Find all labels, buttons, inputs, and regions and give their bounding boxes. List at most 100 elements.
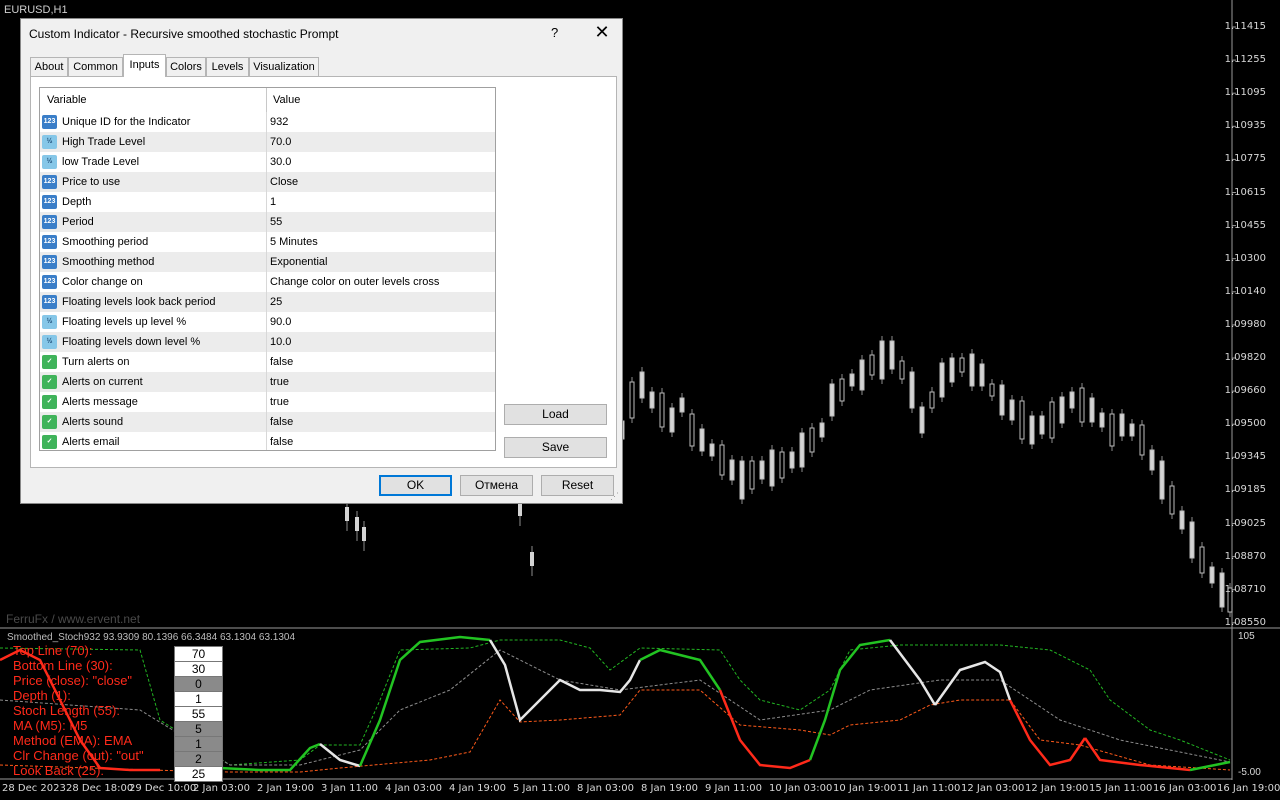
- price-axis-label: 1.08550: [1224, 616, 1266, 628]
- cancel-button[interactable]: Отмена: [460, 475, 533, 496]
- table-row[interactable]: 123 Price to use Close: [40, 172, 495, 192]
- input-value[interactable]: false: [270, 416, 293, 428]
- reset-button[interactable]: Reset: [541, 475, 614, 496]
- time-axis-label: 2 Jan 19:00: [257, 783, 314, 794]
- candle-body: [759, 460, 765, 480]
- tab-visualization[interactable]: Visualization: [249, 57, 319, 76]
- candle-body: [355, 517, 359, 531]
- candle-body: [639, 371, 645, 399]
- candle-body: [969, 353, 975, 387]
- load-button[interactable]: Load: [504, 404, 607, 425]
- input-variable-name: Floating levels look back period: [62, 296, 216, 308]
- time-axis-label: 10 Jan 03:00: [769, 783, 833, 794]
- save-button[interactable]: Save: [504, 437, 607, 458]
- column-header-value[interactable]: Value: [273, 94, 300, 106]
- table-row[interactable]: 123 Smoothing period 5 Minutes: [40, 232, 495, 252]
- input-value[interactable]: 55: [270, 216, 282, 228]
- indicator-param-value: 30: [174, 661, 223, 677]
- input-variable-name: Alerts email: [62, 436, 120, 448]
- indicator-param-label: Depth (1):: [13, 688, 71, 703]
- candle-body: [949, 357, 955, 383]
- input-value[interactable]: 10.0: [270, 336, 291, 348]
- table-row[interactable]: ½ low Trade Level 30.0: [40, 152, 495, 172]
- input-variable-name: Floating levels down level %: [62, 336, 201, 348]
- table-row[interactable]: ✓ Alerts on current true: [40, 372, 495, 392]
- help-button[interactable]: ?: [551, 25, 558, 40]
- input-value[interactable]: 25: [270, 296, 282, 308]
- table-row[interactable]: 123 Depth 1: [40, 192, 495, 212]
- table-row[interactable]: ½ High Trade Level 70.0: [40, 132, 495, 152]
- input-variable-name: Alerts sound: [62, 416, 124, 428]
- table-row[interactable]: ½ Floating levels up level % 90.0: [40, 312, 495, 332]
- candle-body: [689, 413, 695, 447]
- indicator-param-value: 2: [174, 751, 223, 767]
- input-value[interactable]: 1: [270, 196, 276, 208]
- double-type-icon: ½: [42, 335, 57, 349]
- integer-type-icon: 123: [42, 115, 57, 129]
- input-value[interactable]: false: [270, 356, 293, 368]
- table-row[interactable]: 123 Unique ID for the Indicator 932: [40, 112, 495, 132]
- time-axis-label: 28 Dec 18:00: [66, 783, 134, 794]
- input-value[interactable]: true: [270, 396, 289, 408]
- close-icon[interactable]: ✕: [591, 21, 613, 43]
- integer-type-icon: 123: [42, 275, 57, 289]
- input-value[interactable]: Change color on outer levels cross: [270, 276, 439, 288]
- tab-about[interactable]: About: [30, 57, 68, 76]
- indicator-param-label: Bottom Line (30):: [13, 658, 113, 673]
- candle-body: [1199, 546, 1205, 574]
- tab-inputs[interactable]: Inputs: [123, 54, 166, 77]
- time-axis-label: 12 Jan 19:00: [1025, 783, 1089, 794]
- input-value[interactable]: false: [270, 436, 293, 448]
- input-value[interactable]: true: [270, 376, 289, 388]
- tab-common[interactable]: Common: [68, 57, 123, 76]
- table-row[interactable]: ✓ Turn alerts on false: [40, 352, 495, 372]
- input-variable-name: Smoothing period: [62, 236, 149, 248]
- candle-body: [989, 383, 995, 397]
- candle-body: [869, 354, 875, 376]
- indicator-param-value: 55: [174, 706, 223, 722]
- column-header-variable[interactable]: Variable: [47, 94, 87, 106]
- input-value[interactable]: 90.0: [270, 316, 291, 328]
- candle-body: [849, 373, 855, 387]
- indicator-param-label: Price (close): "close": [13, 673, 133, 688]
- candle-body: [1009, 399, 1015, 421]
- candle-body: [809, 427, 815, 453]
- indicator-param-value: 5: [174, 721, 223, 737]
- table-row[interactable]: 123 Color change on Change color on outer …: [40, 272, 495, 292]
- input-value[interactable]: Exponential: [270, 256, 328, 268]
- candle-body: [1039, 415, 1045, 435]
- double-type-icon: ½: [42, 135, 57, 149]
- ok-button[interactable]: OK: [379, 475, 452, 496]
- indicator-param-label: MA (M5): M5: [13, 718, 88, 733]
- tab-colors[interactable]: Colors: [166, 57, 206, 76]
- table-row[interactable]: ✓ Alerts sound false: [40, 412, 495, 432]
- dialog-title: Custom Indicator - Recursive smoothed st…: [29, 27, 339, 41]
- time-axis-label: 29 Dec 10:00: [129, 783, 197, 794]
- candle-body: [1209, 566, 1215, 584]
- candle-body: [629, 381, 635, 419]
- input-value[interactable]: 932: [270, 116, 288, 128]
- table-row[interactable]: ½ Floating levels down level % 10.0: [40, 332, 495, 352]
- input-value[interactable]: Close: [270, 176, 298, 188]
- table-row[interactable]: ✓ Alerts message true: [40, 392, 495, 412]
- time-axis-label: 4 Jan 19:00: [449, 783, 506, 794]
- resize-grip-icon[interactable]: ⋰: [610, 491, 620, 501]
- time-axis-label: 11 Jan 11:00: [897, 783, 961, 794]
- candle-body: [709, 443, 715, 457]
- indicator-param-label: Stoch Length (55):: [13, 703, 120, 718]
- table-row[interactable]: ✓ Alerts email false: [40, 432, 495, 450]
- candle-body: [719, 444, 725, 476]
- time-axis-label: 5 Jan 11:00: [513, 783, 570, 794]
- tab-levels[interactable]: Levels: [206, 57, 249, 76]
- candle-body: [1099, 412, 1105, 428]
- table-row[interactable]: 123 Floating levels look back period 25: [40, 292, 495, 312]
- input-variable-name: Color change on: [62, 276, 143, 288]
- table-row[interactable]: 123 Smoothing method Exponential: [40, 252, 495, 272]
- price-axis-label: 1.09185: [1224, 484, 1266, 496]
- input-value[interactable]: 30.0: [270, 156, 291, 168]
- input-value[interactable]: 5 Minutes: [270, 236, 318, 248]
- input-value[interactable]: 70.0: [270, 136, 291, 148]
- bool-type-icon: ✓: [42, 355, 57, 369]
- watermark: FerruFx / www.ervent.net: [6, 612, 141, 626]
- table-row[interactable]: 123 Period 55: [40, 212, 495, 232]
